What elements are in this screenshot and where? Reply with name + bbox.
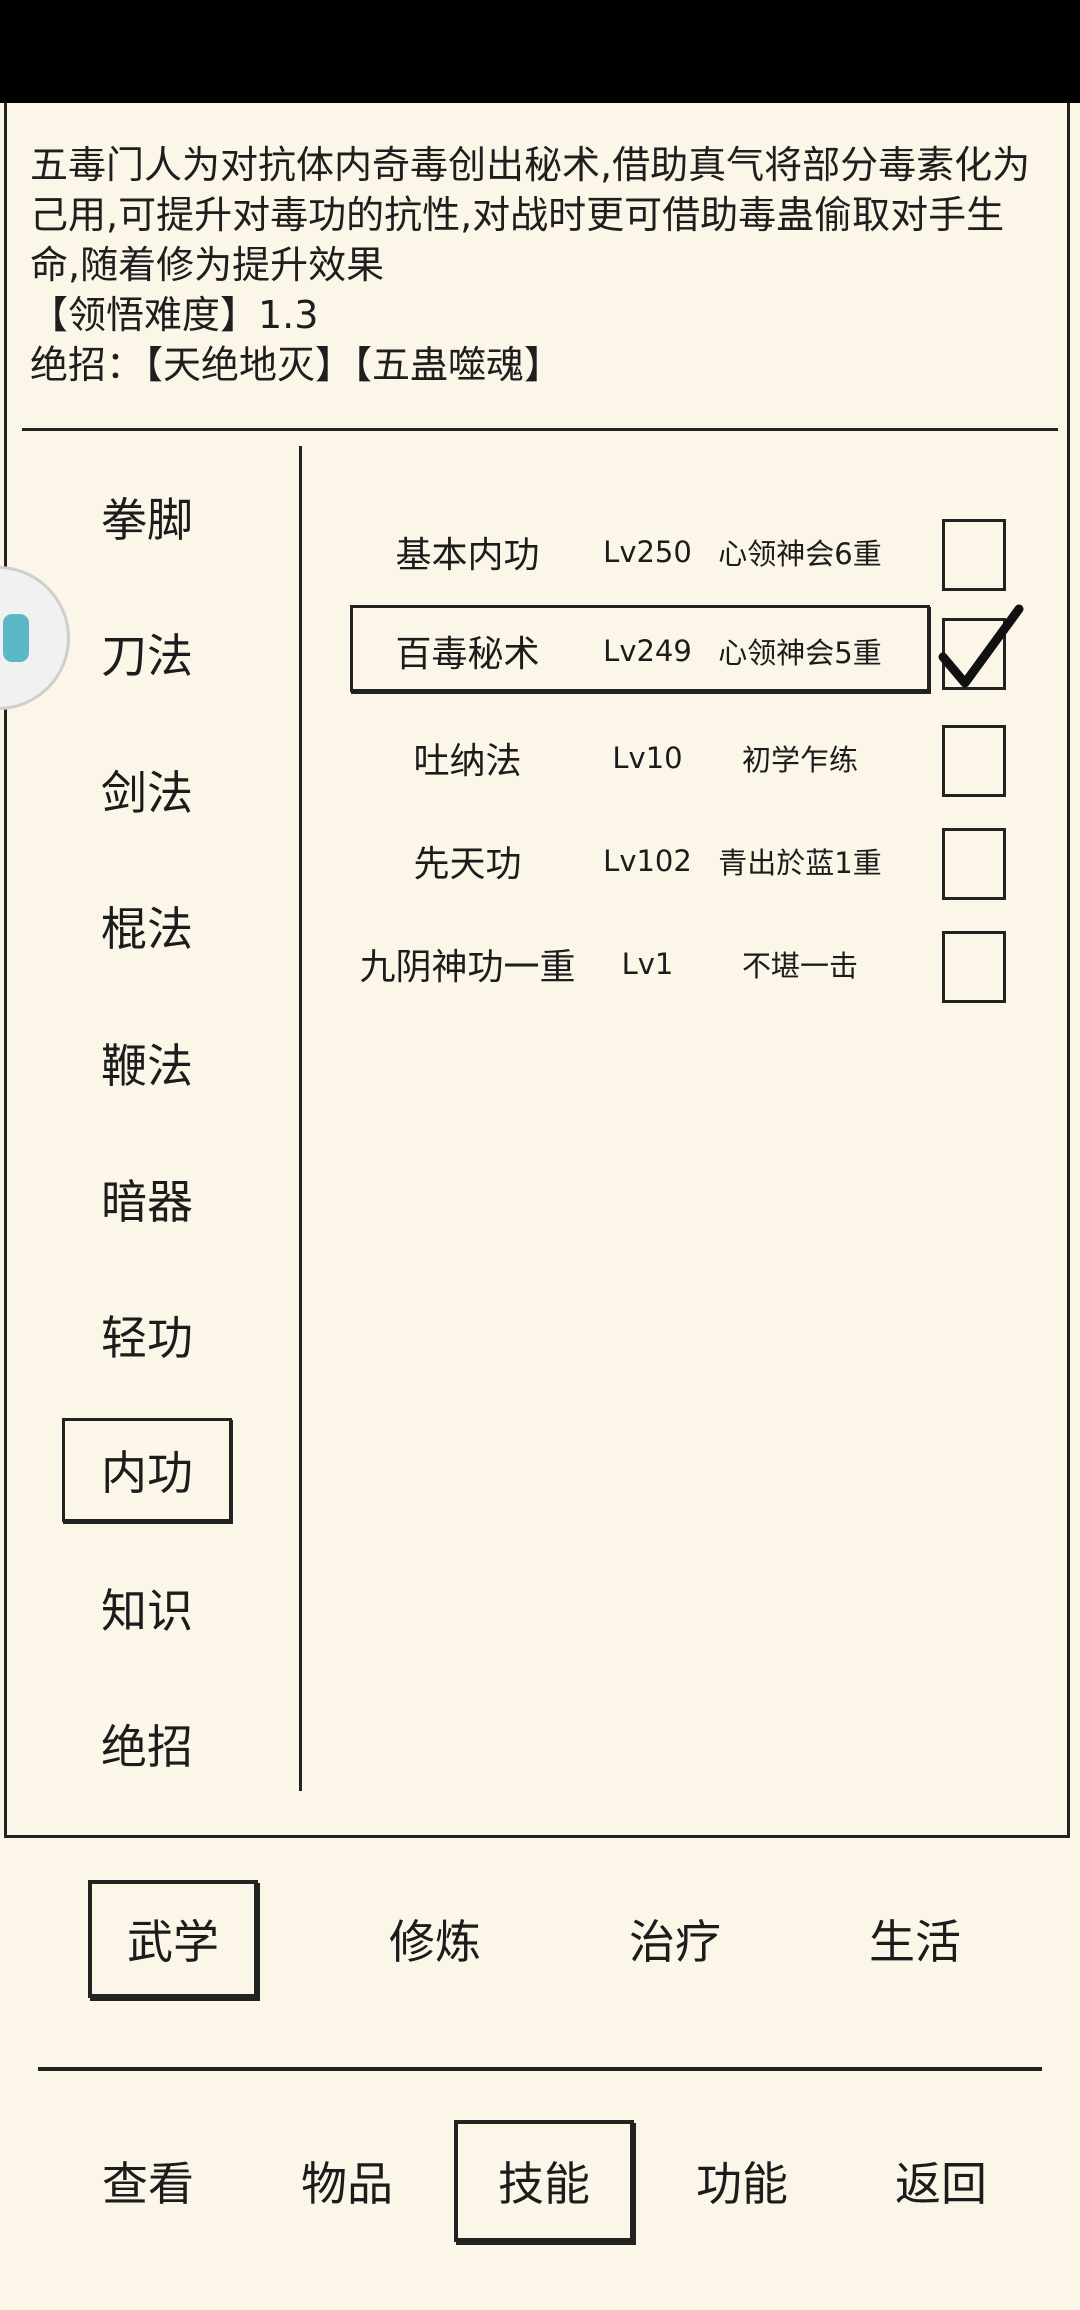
category-ultimate[interactable]: 绝招 bbox=[62, 1692, 232, 1796]
skill-checkbox[interactable] bbox=[942, 519, 1006, 591]
skill-name: 基本内功 bbox=[395, 535, 540, 576]
status-bar bbox=[0, 0, 1080, 103]
checkmark-icon bbox=[938, 604, 1024, 688]
skill-status: 不堪一击 bbox=[741, 949, 858, 983]
skill-name: 九阴神功一重 bbox=[359, 947, 576, 988]
skill-row[interactable]: 基本内功 Lv250 心领神会6重 bbox=[345, 506, 1025, 598]
subtab-martial-arts[interactable]: 武学 bbox=[88, 1880, 258, 1998]
nav-back[interactable]: 返回 bbox=[851, 2120, 1031, 2242]
subtab-life[interactable]: 生活 bbox=[830, 1880, 1000, 1998]
nav-items[interactable]: 物品 bbox=[257, 2120, 437, 2242]
skill-level: Lv10 bbox=[612, 741, 683, 775]
subtab-healing[interactable]: 治疗 bbox=[590, 1880, 760, 1998]
description-line: 命,随着修为提升效果 bbox=[30, 243, 385, 287]
skill-status: 心领神会6重 bbox=[718, 537, 882, 571]
bottom-divider bbox=[38, 2067, 1042, 2071]
category-sword[interactable]: 剑法 bbox=[62, 738, 232, 842]
skill-row[interactable]: 九阴神功一重 Lv1 不堪一击 bbox=[345, 918, 1025, 1010]
category-hidden-weapon[interactable]: 暗器 bbox=[62, 1147, 232, 1251]
ultimate-text: 绝招：【天绝地灭】【五蛊噬魂】 bbox=[30, 343, 563, 387]
skill-row[interactable]: 先天功 Lv102 青出於蓝1重 bbox=[345, 815, 1025, 907]
nav-functions[interactable]: 功能 bbox=[652, 2120, 832, 2242]
category-internal[interactable]: 内功 bbox=[62, 1418, 232, 1522]
category-staff[interactable]: 棍法 bbox=[62, 874, 232, 978]
category-blade[interactable]: 刀法 bbox=[62, 601, 232, 705]
description-line: 己用,可提升对毒功的抗性,对战时更可借助毒蛊偷取对手生 bbox=[30, 193, 1005, 237]
skill-name: 先天功 bbox=[413, 844, 522, 885]
skill-level: Lv102 bbox=[603, 844, 692, 878]
skill-status: 心领神会5重 bbox=[718, 636, 882, 670]
skill-row-selected[interactable]: 百毒秘术 Lv249 心领神会5重 bbox=[345, 604, 1025, 697]
skill-status: 初学乍练 bbox=[741, 743, 858, 777]
description-divider bbox=[22, 428, 1058, 431]
skill-checkbox[interactable] bbox=[942, 931, 1006, 1003]
skill-row[interactable]: 吐纳法 Lv10 初学乍练 bbox=[345, 712, 1025, 804]
skill-name: 百毒秘术 bbox=[395, 634, 540, 675]
category-fist[interactable]: 拳脚 bbox=[62, 465, 232, 569]
skill-description: 五毒门人为对抗体内奇毒创出秘术,借助真气将部分毒素化为 己用,可提升对毒功的抗性… bbox=[30, 140, 1040, 390]
category-divider bbox=[299, 446, 302, 1791]
skill-checkbox[interactable] bbox=[942, 725, 1006, 797]
floating-ball-glyph bbox=[3, 614, 29, 662]
skill-level: Lv250 bbox=[603, 535, 692, 569]
nav-view[interactable]: 查看 bbox=[58, 2120, 238, 2242]
skill-name: 吐纳法 bbox=[413, 741, 522, 782]
skill-status: 青出於蓝1重 bbox=[718, 846, 882, 880]
description-line: 五毒门人为对抗体内奇毒创出秘术,借助真气将部分毒素化为 bbox=[30, 143, 1031, 187]
category-whip[interactable]: 鞭法 bbox=[62, 1011, 232, 1115]
difficulty-text: 【领悟难度】1.3 bbox=[30, 293, 319, 337]
skill-checkbox[interactable] bbox=[942, 828, 1006, 900]
skill-level: Lv249 bbox=[603, 634, 692, 668]
nav-skills[interactable]: 技能 bbox=[454, 2120, 634, 2242]
skill-level: Lv1 bbox=[621, 947, 674, 981]
subtab-cultivation[interactable]: 修炼 bbox=[350, 1880, 520, 1998]
category-knowledge[interactable]: 知识 bbox=[62, 1556, 232, 1660]
category-lightness[interactable]: 轻功 bbox=[62, 1283, 232, 1387]
